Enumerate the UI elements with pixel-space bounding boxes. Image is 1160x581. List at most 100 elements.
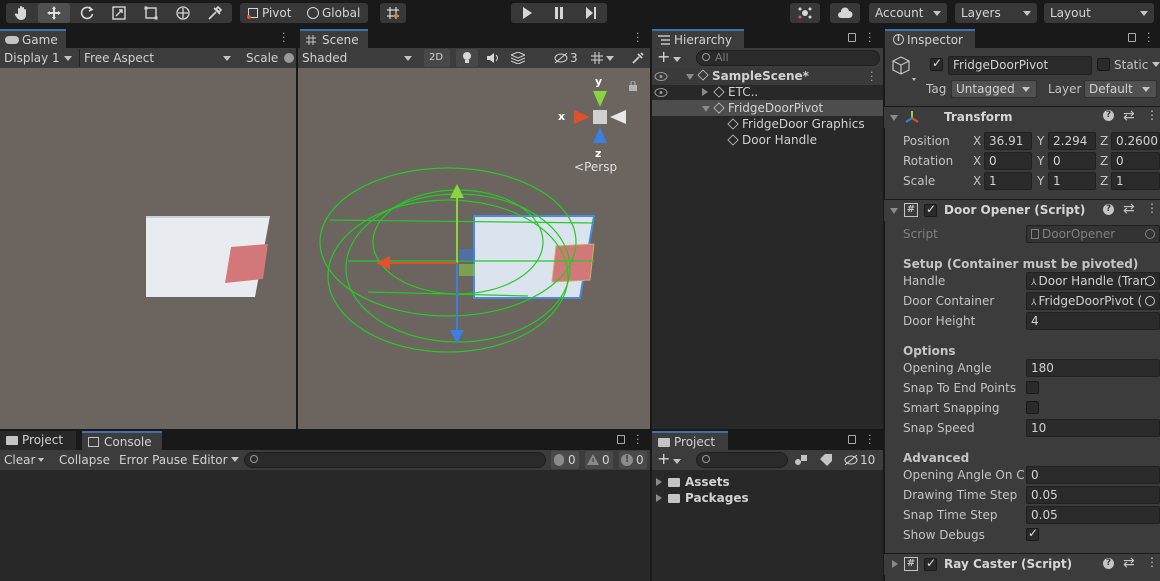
handle-field[interactable]: ⅄ Door Handle (Tran (1026, 272, 1160, 290)
help-icon[interactable]: ? (1103, 558, 1114, 569)
lock-icon[interactable] (1128, 33, 1136, 42)
clear-button[interactable]: Clear (4, 451, 45, 469)
project-menu-icon[interactable]: · · · (868, 430, 872, 449)
snap-time-step-field[interactable]: 0.05 (1026, 506, 1160, 524)
scale-z-field[interactable]: 1 (1111, 172, 1160, 190)
inspector-menu-icon[interactable]: · · · (1147, 28, 1151, 47)
lock-icon[interactable] (848, 435, 856, 444)
scene-root-item[interactable]: SampleScene* (686, 68, 809, 84)
show-debugs-checkbox[interactable] (1026, 526, 1039, 541)
play-button[interactable] (513, 3, 541, 23)
hierarchy-menu-icon[interactable]: · · · (868, 28, 872, 47)
presets-icon[interactable]: ⇄ (1123, 108, 1135, 124)
move-tool-icon[interactable] (38, 3, 70, 23)
object-picker-icon[interactable] (1145, 276, 1155, 286)
tag-dropdown[interactable]: Untagged (951, 80, 1037, 98)
tab-project-browser[interactable]: Project (652, 431, 728, 450)
tab-hierarchy[interactable]: Hierarchy (652, 29, 744, 48)
shading-dropdown[interactable]: Shaded (298, 49, 418, 67)
door-container-field[interactable]: ⅄ FridgeDoorPivot ( (1026, 292, 1160, 310)
account-dropdown[interactable]: Account (869, 3, 947, 23)
presets-icon[interactable]: ⇄ (1123, 201, 1135, 217)
log-filter-toggle[interactable]: 0 (551, 451, 579, 469)
rotation-x-field[interactable]: 0 (984, 152, 1032, 170)
static-checkbox[interactable] (1097, 58, 1110, 71)
lighting-toggle[interactable] (456, 49, 478, 67)
tab-inspector[interactable]: i Inspector (885, 29, 975, 48)
rotate-tool-icon[interactable] (72, 3, 102, 23)
ray-caster-header[interactable]: # Ray Caster (Script) ? ⇄ ⋮ (884, 553, 1160, 575)
component-menu-icon[interactable]: ⋮ (1146, 201, 1158, 215)
presets-icon[interactable]: ⇄ (1123, 555, 1135, 571)
axis-x-label[interactable]: X (973, 154, 981, 168)
expand-arrow-icon[interactable] (702, 106, 710, 112)
layout-dropdown[interactable]: Layout (1044, 3, 1154, 23)
global-toggle[interactable]: Global (305, 3, 367, 23)
visibility-eye-icon[interactable] (654, 88, 668, 97)
expand-arrow-icon[interactable] (656, 494, 662, 502)
smart-snapping-checkbox[interactable] (1026, 401, 1039, 414)
expand-arrow-icon[interactable] (702, 88, 708, 96)
hierarchy-item-fridgedoorpivot[interactable]: FridgeDoorPivot (702, 100, 823, 116)
position-y-field[interactable]: 2.294 (1048, 132, 1096, 150)
transform-tool-icon[interactable] (168, 3, 198, 23)
expand-arrow-icon[interactable] (656, 478, 662, 486)
move-handle-y-arrow[interactable] (450, 184, 464, 198)
rotation-y-field[interactable]: 0 (1048, 152, 1096, 170)
audio-toggle[interactable] (482, 49, 504, 67)
filter-by-type-icon[interactable] (794, 454, 808, 466)
snap-end-points-checkbox[interactable] (1026, 381, 1039, 394)
component-menu-icon[interactable]: ⋮ (1146, 108, 1158, 122)
door-opener-header[interactable]: # Door Opener (Script) ? ⇄ ⋮ (884, 199, 1160, 221)
lock-icon[interactable] (848, 33, 856, 42)
expand-arrow-icon[interactable] (890, 208, 898, 214)
door-handle-mesh[interactable] (551, 243, 595, 283)
position-z-field[interactable]: 0.2600 (1111, 132, 1160, 150)
grid-snap-button[interactable] (380, 3, 406, 23)
position-x-field[interactable]: 36.91 (984, 132, 1032, 150)
cloud-button[interactable] (830, 3, 860, 23)
expand-arrow-icon[interactable] (892, 560, 898, 568)
transform-header[interactable]: Transform ? ⇄ ⋮ (884, 106, 1160, 128)
step-button[interactable] (577, 3, 605, 23)
door-height-field[interactable]: 4 (1026, 312, 1160, 330)
move-plane-handle-2[interactable] (459, 264, 475, 276)
warning-filter-toggle[interactable]: 0 (585, 451, 613, 469)
ray-caster-enabled-checkbox[interactable] (924, 556, 937, 571)
filter-by-label-icon[interactable] (820, 454, 832, 466)
hierarchy-item-fridgedoor-graphics[interactable]: FridgeDoor Graphics (727, 116, 865, 132)
static-dropdown[interactable]: Static (1114, 58, 1160, 72)
snap-speed-field[interactable]: 10 (1026, 419, 1160, 437)
tools-button[interactable] (630, 49, 650, 67)
hierarchy-item-door-handle[interactable]: Door Handle (727, 132, 817, 148)
drawing-time-step-field[interactable]: 0.05 (1026, 486, 1160, 504)
aspect-dropdown[interactable]: Free Aspect (79, 49, 237, 67)
lock-icon[interactable] (617, 435, 625, 444)
object-picker-icon[interactable] (1145, 296, 1155, 306)
move-plane-handle[interactable] (459, 249, 475, 261)
scene-menu-icon[interactable]: · · · (636, 28, 640, 47)
axis-x-label[interactable]: X (973, 174, 981, 188)
scene-options-icon[interactable]: · · · (870, 67, 874, 86)
visibility-eye-icon[interactable] (654, 72, 668, 81)
game-menu-icon[interactable]: · · · (282, 28, 286, 47)
object-name-field[interactable]: FridgeDoorPivot (948, 56, 1092, 75)
create-asset-button[interactable]: + (657, 451, 683, 469)
mode-2d-toggle[interactable]: 2D (424, 49, 450, 67)
rect-tool-icon[interactable] (136, 3, 166, 23)
tab-game[interactable]: Game (0, 29, 66, 48)
custom-tools-icon[interactable] (200, 3, 230, 23)
collapse-button[interactable]: Collapse (59, 451, 110, 469)
hidden-objects-toggle[interactable]: 3 (552, 49, 584, 67)
help-icon[interactable]: ? (1103, 110, 1114, 121)
layers-dropdown[interactable]: Layers (955, 3, 1037, 23)
axis-z-label[interactable]: Z (1100, 154, 1108, 168)
rotation-z-field[interactable]: 0 (1111, 152, 1160, 170)
opening-angle-field[interactable]: 180 (1026, 359, 1160, 377)
expand-arrow-icon[interactable] (686, 74, 694, 80)
tab-scene[interactable]: Scene (300, 29, 368, 48)
game-viewport[interactable] (0, 68, 296, 429)
error-filter-toggle[interactable]: ! 0 (619, 451, 647, 469)
active-checkbox[interactable] (930, 56, 943, 71)
editor-dropdown[interactable]: Editor (192, 451, 239, 469)
